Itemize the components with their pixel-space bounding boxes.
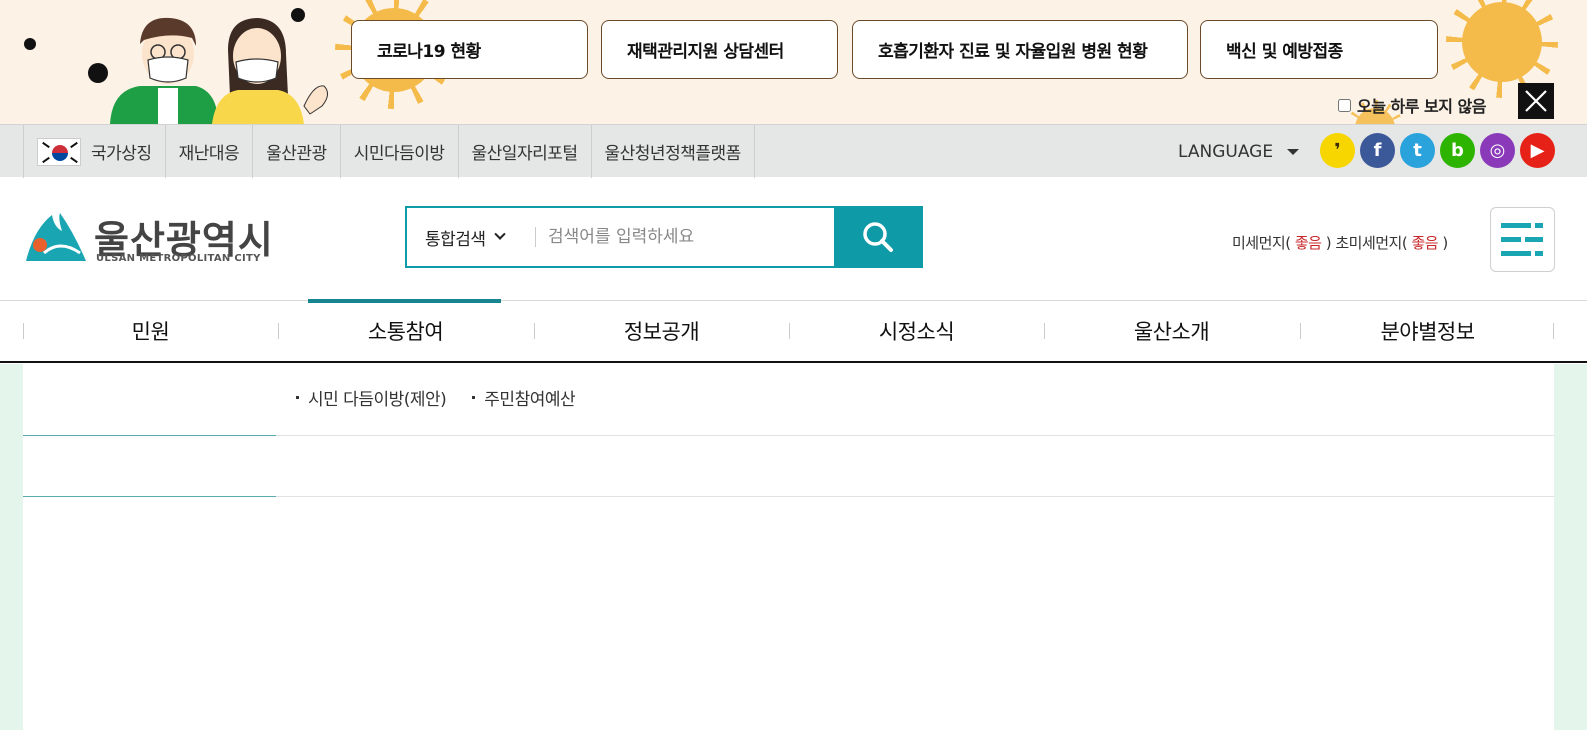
vaccine-button[interactable]: 백신 및 예방접종 [1200,20,1438,79]
gnb-item-3[interactable]: 정보공개 [534,301,789,361]
utility-links: 국가상징 재난대응 울산관광 시민다듬이방 울산일자리포털 울산청년정책플랫폼 [23,125,755,178]
covid-status-button[interactable]: 코로나19 현황 [351,20,588,79]
right-side-panel [1554,364,1587,730]
search-icon [862,222,893,252]
fine-dust-value: 좋음 [1294,234,1322,252]
gnb-divider [1553,323,1554,339]
youtube-icon[interactable]: ▶ [1520,133,1555,168]
left-side-panel [0,364,23,730]
submenu-citizen-proposal[interactable]: 시민 다듬이방(제안) [296,385,447,410]
blog-icon[interactable]: b [1440,133,1475,168]
menu-icon [1500,222,1543,256]
site-logo[interactable]: 울산광역시 ULSAN METROPOLITAN CITY [24,207,274,267]
no-more-today-checkbox[interactable] [1338,98,1351,112]
home-care-center-button[interactable]: 재택관리지원 상담센터 [601,20,838,79]
site-header: 울산광역시 ULSAN METROPOLITAN CITY 통합검색 미세먼지(… [0,177,1587,301]
gnb-item-2[interactable]: 소통참여 [278,301,533,361]
search-input[interactable] [536,208,834,266]
submenu-row [23,436,1554,497]
search-scope-label: 통합검색 [425,229,486,250]
covid-banner: 코로나19 현황 재택관리지원 상담센터 호흡기환자 진료 및 자율입원 병원 … [0,0,1587,124]
search-scope-select[interactable]: 통합검색 [407,208,535,266]
util-link-label: 국가상징 [91,144,152,164]
kakaostory-icon[interactable]: ❜ [1320,133,1355,168]
no-more-today-option[interactable]: 오늘 하루 보지 않음 [1338,93,1486,117]
twitter-icon[interactable]: t [1400,133,1435,168]
masked-people-illustration [110,17,328,124]
util-link-youth-policy[interactable]: 울산청년정책플랫폼 [592,125,755,178]
caret-down-icon [1287,148,1300,155]
ultrafine-dust-label: ) 초미세먼지( [1325,234,1408,252]
banner-close-button[interactable] [1518,83,1554,119]
main-navigation: 민원 소통참여 정보공개 시정소식 울산소개 분야별정보 [0,299,1587,363]
no-more-today-label: 오늘 하루 보지 않음 [1357,97,1486,116]
search-button[interactable] [834,208,921,266]
language-selector[interactable]: LANGUAGE [1178,125,1300,178]
fine-dust-status: 미세먼지( 좋음 ) 초미세먼지( 좋음 ) [1232,232,1448,253]
korea-flag-icon [37,137,81,166]
submenu-links: 시민 다듬이방(제안) 주민참여예산 [296,385,576,410]
fine-dust-label: 미세먼지( [1232,234,1291,252]
all-menu-button[interactable] [1490,207,1555,272]
ulsan-logo-icon [26,213,86,261]
gnb-item-6[interactable]: 분야별정보 [1300,301,1555,361]
sns-links: ❜ f t b ◎ ▶ [1320,133,1555,168]
gnb-item-1[interactable]: 민원 [23,301,278,361]
instagram-icon[interactable]: ◎ [1480,133,1515,168]
virus-icon [1446,0,1558,98]
facebook-icon[interactable]: f [1360,133,1395,168]
submenu-row [23,364,1554,436]
util-link-jobs[interactable]: 울산일자리포털 [459,125,592,178]
ultrafine-dust-value: 좋음 [1411,234,1439,252]
close-icon [1525,90,1547,112]
gnb-item-4[interactable]: 시정소식 [789,301,1044,361]
virus-icon [21,35,39,53]
search-box: 통합검색 [405,206,923,268]
util-link-citizen-room[interactable]: 시민다듬이방 [341,125,459,178]
util-link-disaster[interactable]: 재난대응 [166,125,254,178]
dust-close-paren: ) [1442,234,1448,252]
util-link-tourism[interactable]: 울산관광 [253,125,341,178]
language-label: LANGUAGE [1178,141,1274,162]
utility-bar: 국가상징 재난대응 울산관광 시민다듬이방 울산일자리포털 울산청년정책플랫폼 … [0,124,1587,178]
gnb-item-5[interactable]: 울산소개 [1044,301,1299,361]
util-link-national-symbol[interactable]: 국가상징 [24,125,166,178]
chevron-down-icon [493,228,506,240]
logo-subtitle: ULSAN METROPOLITAN CITY [96,253,261,264]
submenu-participatory-budget[interactable]: 주민참여예산 [472,385,575,410]
respiratory-hospital-button[interactable]: 호흡기환자 진료 및 자율입원 병원 현황 [852,20,1188,79]
